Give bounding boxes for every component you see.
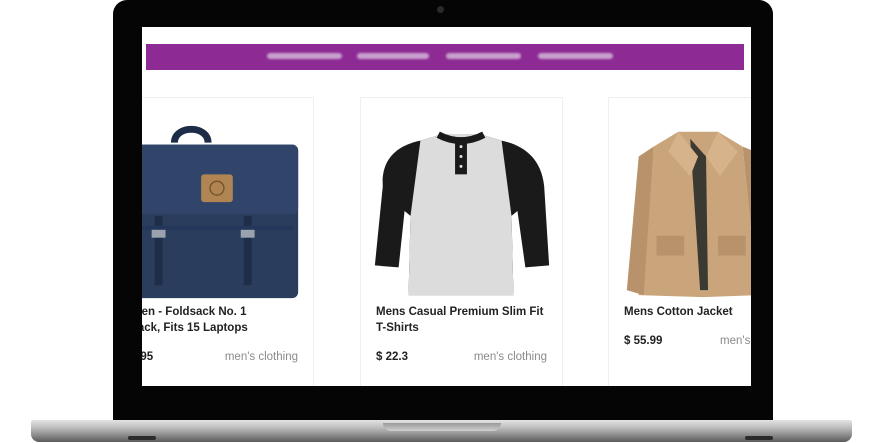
nav-bar: [146, 44, 744, 70]
raglan-tshirt-image: [374, 131, 550, 296]
backpack-image: [142, 126, 299, 299]
product-card[interactable]: llraven - Foldsack No. 1 ckpack, Fits 15…: [142, 97, 314, 386]
top-bar: [146, 27, 744, 44]
cotton-jacket-image: [626, 131, 751, 298]
laptop-foot: [745, 436, 773, 440]
product-category: men's clothing: [224, 351, 298, 363]
webcam-icon: [437, 6, 444, 13]
product-card[interactable]: Mens Casual Premium Slim Fit T-Shirts $ …: [360, 97, 563, 386]
product-price: 109.95: [142, 351, 154, 363]
laptop-screen: llraven - Foldsack No. 1 ckpack, Fits 15…: [142, 27, 751, 386]
product-title[interactable]: Mens Cotton Jacket: [624, 304, 751, 320]
product-price: $ 55.99: [624, 335, 663, 347]
nav-item-1[interactable]: [267, 53, 342, 59]
product-category: men's: [720, 335, 751, 347]
nav-item-2[interactable]: [357, 53, 429, 59]
product-title[interactable]: Mens Casual Premium Slim Fit T-Shirts: [376, 304, 548, 336]
product-card[interactable]: Mens Cotton Jacket $ 55.99 men's: [608, 97, 751, 386]
product-price: $ 22.3: [376, 351, 408, 363]
laptop-base-notch: [383, 423, 501, 431]
product-title[interactable]: llraven - Foldsack No. 1 ckpack, Fits 15…: [142, 304, 290, 336]
nav-item-4[interactable]: [538, 53, 613, 59]
product-category: men's clothing: [473, 351, 547, 363]
nav-item-3[interactable]: [446, 53, 521, 59]
laptop-foot: [128, 436, 156, 440]
